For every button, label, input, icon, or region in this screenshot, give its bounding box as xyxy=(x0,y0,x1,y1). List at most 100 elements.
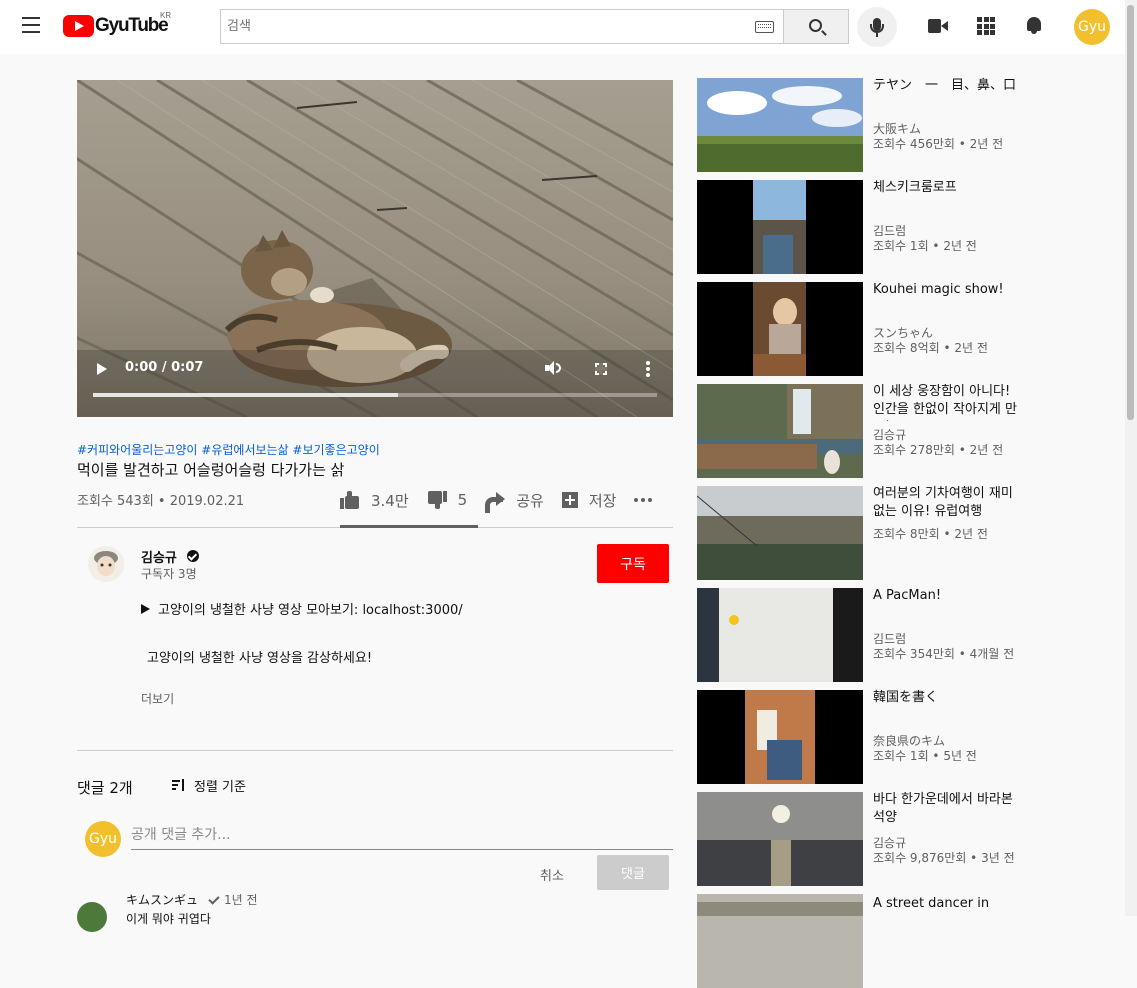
page-scrollbar[interactable] xyxy=(1125,0,1137,916)
video-thumbnail xyxy=(697,180,863,274)
comment-text: 이게 뭐야 귀엽다 xyxy=(126,912,211,926)
time-display: 0:00 / 0:07 xyxy=(125,360,204,375)
recommended-channel: 大阪キム xyxy=(873,122,922,136)
show-more-button[interactable]: 더보기 xyxy=(141,690,174,707)
comment-author[interactable]: キムスンギュ xyxy=(126,891,198,908)
notifications-icon[interactable] xyxy=(1026,17,1042,36)
progress-bar[interactable] xyxy=(93,393,657,397)
description-line-1: 고양이의 냉철한 사냥 영상 모아보기: localhost:3000/ xyxy=(141,599,463,618)
thumbs-down-icon xyxy=(427,491,447,509)
player-more-icon[interactable] xyxy=(646,361,650,377)
recommended-video[interactable]: テヤン 一 目、鼻、口 大阪キム 조회수 456만회 • 2년 전 xyxy=(697,78,1122,172)
save-button[interactable]: 저장 xyxy=(561,490,617,511)
video-thumbnail xyxy=(697,384,863,478)
video-actions: 3.4만 5 공유 저장 xyxy=(340,488,653,513)
sort-comments-button[interactable]: 정렬 기준 xyxy=(172,776,246,795)
share-label: 공유 xyxy=(516,491,544,510)
share-button[interactable]: 공유 xyxy=(485,490,544,513)
recommended-title: A PacMan! xyxy=(873,588,942,603)
recommended-video[interactable]: 이 세상 웅장함이 아니다! 인간을 한없이 작아지게 만드는 김승규 조회수 … xyxy=(697,384,1122,478)
recommended-title: Kouhei magic show! xyxy=(873,282,1004,297)
sort-icon xyxy=(172,778,186,793)
like-ratio-bar xyxy=(340,525,478,528)
more-actions-icon[interactable] xyxy=(634,498,653,502)
recommended-meta: 조회수 8억회 • 2년 전 xyxy=(873,341,988,355)
keyboard-icon[interactable] xyxy=(755,21,774,33)
video-thumbnail xyxy=(697,690,863,784)
cancel-comment-button[interactable]: 취소 xyxy=(540,865,564,884)
recommended-channel: スンちゃん xyxy=(873,326,934,340)
play-button[interactable] xyxy=(97,363,107,375)
search-button[interactable] xyxy=(783,9,849,44)
divider xyxy=(77,750,673,751)
video-thumbnail xyxy=(697,792,863,886)
subscribe-button[interactable]: 구독 xyxy=(597,544,669,583)
recommended-video[interactable]: 체스키크룸로프 김드럼 조회수 1회 • 2년 전 xyxy=(697,180,1122,274)
recommended-channel: 김승규 xyxy=(873,836,907,850)
like-button[interactable]: 3.4만 xyxy=(340,490,409,511)
recommended-meta: 조회수 354만회 • 4개월 전 xyxy=(873,647,1015,661)
search-input[interactable] xyxy=(221,10,741,43)
like-count: 3.4만 xyxy=(371,491,409,510)
recommended-title: テヤン 一 目、鼻、口 xyxy=(873,78,1017,93)
recommended-video[interactable]: A street dancer in xyxy=(697,894,1122,988)
recommended-channel: 奈良県のキム xyxy=(873,734,946,748)
scrollbar-thumb[interactable] xyxy=(1127,5,1134,420)
recommended-title: 바다 한가운데에서 바라본 석양 xyxy=(873,792,1013,825)
video-thumbnail xyxy=(697,486,863,580)
create-video-icon[interactable] xyxy=(928,19,948,33)
progress-fill xyxy=(93,393,398,397)
dislike-button[interactable]: 5 xyxy=(427,491,468,509)
video-thumbnail xyxy=(697,282,863,376)
verified-icon xyxy=(187,550,199,562)
video-title: 먹이를 발견하고 어슬렁어슬렁 다가가는 삵 xyxy=(77,461,345,479)
user-avatar[interactable]: Gyu xyxy=(1074,9,1110,45)
comment-author-avatar[interactable] xyxy=(77,902,107,932)
recommended-channel: 김승규 xyxy=(873,428,907,442)
share-icon xyxy=(485,492,506,513)
commenter-avatar: Gyu xyxy=(85,821,121,857)
recommended-channel: 김드럼 xyxy=(873,224,907,238)
thumbs-up-icon xyxy=(340,491,360,509)
recommended-video[interactable]: 바다 한가운데에서 바라본 석양 김승규 조회수 9,876만회 • 3년 전 xyxy=(697,792,1122,886)
video-thumbnail xyxy=(697,78,863,172)
subscriber-count: 구독자 3명 xyxy=(141,567,197,581)
top-bar: GyuTube KR Gyu xyxy=(0,0,1137,54)
channel-name[interactable]: 김승규 xyxy=(141,547,177,566)
recommended-meta: 조회수 278만회 • 2년 전 xyxy=(873,443,1004,457)
submit-comment-button[interactable]: 댓글 xyxy=(597,855,669,890)
volume-icon[interactable] xyxy=(545,361,561,375)
add-playlist-icon xyxy=(561,492,578,508)
recommended-video[interactable]: A PacMan! 김드럼 조회수 354만회 • 4개월 전 xyxy=(697,588,1122,682)
recommended-meta: 조회수 456만회 • 2년 전 xyxy=(873,137,1004,151)
recommended-video[interactable]: 여러분의 기차여행이 재미없는 이유! 유럽여행 조회수 8만회 • 2년 전 xyxy=(697,486,1122,580)
recommended-title: 체스키크룸로프 xyxy=(873,180,957,195)
play-triangle-icon xyxy=(141,604,150,614)
comment-input[interactable] xyxy=(131,820,673,850)
recommended-meta: 조회수 8만회 • 2년 전 xyxy=(873,527,988,541)
sort-label: 정렬 기준 xyxy=(194,780,246,795)
voice-search-button[interactable] xyxy=(857,7,897,47)
logo-play-icon xyxy=(63,15,94,37)
apps-icon[interactable] xyxy=(977,17,995,35)
description-link-text: 고양이의 냉철한 사냥 영상 모아보기: localhost:3000/ xyxy=(158,603,463,618)
description-line-2: 고양이의 냉철한 사냥 영상을 감상하세요! xyxy=(147,651,373,666)
recommended-meta: 조회수 1회 • 5년 전 xyxy=(873,749,977,763)
logo-text: GyuTube xyxy=(95,15,169,36)
logo[interactable]: GyuTube KR xyxy=(63,11,171,37)
recommended-video[interactable]: Kouhei magic show! スンちゃん 조회수 8억회 • 2년 전 xyxy=(697,282,1122,376)
channel-avatar[interactable] xyxy=(88,546,124,582)
save-label: 저장 xyxy=(588,491,617,510)
video-thumbnail xyxy=(697,588,863,682)
recommended-meta: 조회수 1회 • 2년 전 xyxy=(873,239,977,253)
menu-icon[interactable] xyxy=(22,17,40,33)
video-thumbnail xyxy=(697,894,863,988)
comment-count: 댓글 2개 xyxy=(77,779,133,797)
comment-time: 1년 전 xyxy=(224,893,258,907)
recommended-title: 이 세상 웅장함이 아니다! 인간을 한없이 작아지게 만드는 xyxy=(873,384,1017,421)
recommended-video[interactable]: 韓国を書く 奈良県のキム 조회수 1회 • 5년 전 xyxy=(697,690,1122,784)
fullscreen-icon[interactable] xyxy=(595,363,607,375)
video-hashtags[interactable]: #커피와어울리는고양이 #유럽에서보는삶 #보기좋은고양이 xyxy=(77,441,380,458)
dislike-count: 5 xyxy=(457,491,468,509)
recommended-title: 韓国を書く xyxy=(873,690,939,705)
